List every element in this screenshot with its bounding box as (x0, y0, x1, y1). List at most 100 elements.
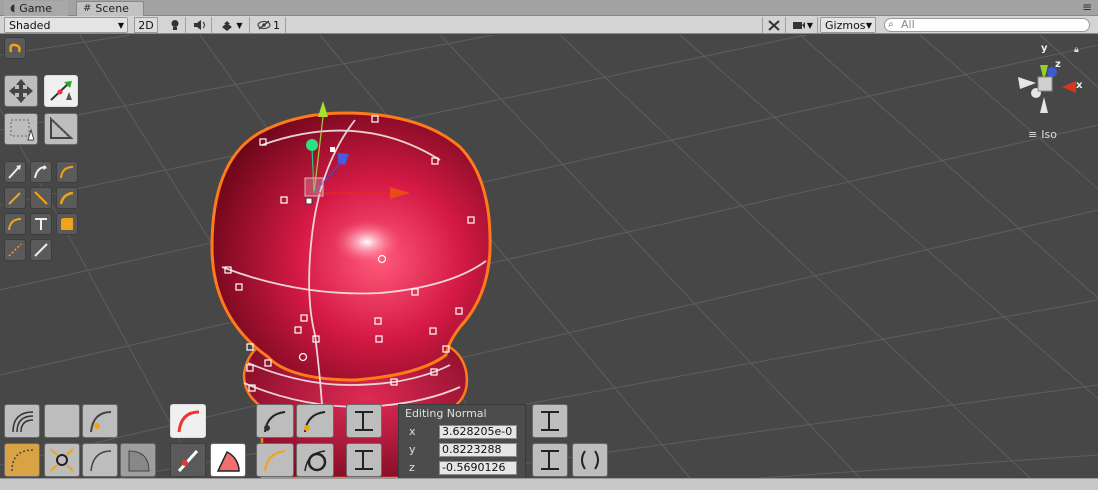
bracket-tool-button[interactable] (572, 443, 608, 477)
effects-icon (222, 21, 233, 31)
2d-toggle-button[interactable]: 2D (134, 17, 158, 33)
curve-tool-6-button[interactable] (56, 187, 78, 209)
status-bar (0, 478, 1098, 490)
pacman-icon: ◖ (10, 2, 16, 14)
tab-menu-icon[interactable]: ≡ (1082, 0, 1092, 14)
curve-tool-9-button[interactable] (56, 213, 78, 235)
curve-tool-1-button[interactable] (4, 161, 26, 183)
shading-mode-label: Shaded (9, 18, 51, 32)
gizmos-dropdown[interactable]: Gizmos ▼ (820, 17, 876, 33)
chevron-down-icon: ▼ (117, 20, 124, 30)
normal-y-label: y (409, 443, 416, 456)
curve-icon (8, 192, 21, 205)
gizmos-label: Gizmos (825, 18, 866, 32)
curve-icon (8, 243, 22, 257)
circle-tool-button[interactable] (296, 443, 334, 477)
tools-toggle-button[interactable] (762, 17, 786, 33)
effects-dropdown[interactable]: ▼ (214, 17, 250, 33)
camera-dropdown[interactable]: ▼ (788, 17, 818, 33)
split-tool-1-button[interactable] (346, 404, 382, 438)
curve-icon (34, 191, 48, 205)
blank-tool-button[interactable] (44, 404, 80, 438)
chevron-down-icon: ▼ (806, 20, 813, 30)
menu-lines-icon: ≡ (1028, 128, 1038, 141)
curve-active-tool-button[interactable] (170, 404, 206, 438)
arc-tool-1-button[interactable] (256, 404, 294, 438)
tab-bar: ◖ Game # Scene ≡ (0, 0, 1098, 16)
curve-icon (60, 166, 74, 179)
curve-tool-2-button[interactable] (30, 161, 52, 183)
curve-icon (34, 243, 48, 257)
align-icon (541, 411, 559, 431)
align-icon (541, 450, 559, 470)
tangent-tool-button[interactable] (44, 75, 78, 107)
editing-normal-panel: Editing Normal x 3.628205e-0 y 0.8223288… (398, 404, 526, 478)
curve-tool-b-button[interactable] (82, 443, 118, 477)
curve-tool-10-button[interactable] (4, 239, 26, 261)
circle-icon (304, 450, 327, 472)
orientation-gizmo[interactable] (1018, 65, 1076, 113)
pie-icon (216, 451, 240, 472)
scale-tool-button[interactable] (44, 113, 78, 145)
move-arrows-icon (9, 79, 33, 103)
arc-tool-3-button[interactable] (256, 443, 294, 477)
axis-x-label: x (1076, 80, 1083, 91)
curve-tool-8-button[interactable] (30, 213, 52, 235)
split-tool-2-button[interactable] (346, 443, 382, 477)
curve-icon (8, 218, 22, 231)
align-tool-1-button[interactable] (532, 404, 568, 438)
node-tool-button[interactable] (44, 443, 80, 477)
normal-z-field[interactable]: -0.5690126 (439, 461, 517, 475)
camera-icon (793, 22, 805, 29)
node-icon (50, 448, 74, 472)
curve-icon (8, 165, 21, 179)
fill-arc-tool-button[interactable] (4, 443, 40, 477)
split-icon (355, 411, 373, 431)
curve-point-icon (90, 411, 112, 433)
projection-label: Iso (1041, 128, 1057, 141)
curve-tool-4-button[interactable] (4, 187, 26, 209)
sector-tool-button[interactable] (120, 443, 156, 477)
split-icon (355, 450, 373, 470)
normal-z-label: z (409, 461, 415, 474)
lightbulb-icon (171, 20, 178, 30)
curve-tool-7-button[interactable] (4, 213, 26, 235)
scene-viewport[interactable]: y z x 🔒︎ ≡ Iso Editing Normal x 3.628205… (0, 35, 1098, 478)
audio-toggle-button[interactable] (188, 17, 212, 33)
lighting-toggle-button[interactable] (164, 17, 186, 33)
spline-logo-icon[interactable] (4, 37, 26, 59)
curve-tool-11-button[interactable] (30, 239, 52, 261)
arc-icon (264, 450, 286, 472)
align-tool-2-button[interactable] (532, 443, 568, 477)
move-tool-button[interactable] (4, 75, 38, 107)
brush-tool-button[interactable] (170, 443, 206, 477)
hidden-objects-toggle[interactable]: 1 (252, 17, 286, 33)
lock-icon[interactable]: 🔒︎ (1074, 45, 1079, 55)
wrench-icon (768, 20, 780, 31)
curve-icon (35, 218, 47, 230)
tab-scene[interactable]: # Scene (76, 1, 144, 16)
projection-toggle[interactable]: ≡ Iso (1028, 128, 1057, 141)
axis-z-label: z (1055, 59, 1061, 70)
rings-tool-button[interactable] (4, 404, 40, 438)
scene-search-input[interactable]: ⌕ All (884, 18, 1090, 32)
curve-tool-3-button[interactable] (56, 161, 78, 183)
normal-x-field[interactable]: 3.628205e-0 (439, 425, 517, 439)
shading-mode-dropdown[interactable]: Shaded ▼ (4, 17, 128, 33)
scale-triangle-icon (50, 116, 74, 139)
normal-y-field[interactable]: 0.8223288 (439, 443, 517, 457)
curve-point-tool-button[interactable] (82, 404, 118, 438)
tab-game-label: Game (19, 1, 53, 15)
sector-icon (128, 450, 150, 472)
chevron-down-icon: ▼ (865, 20, 872, 30)
tab-game[interactable]: ◖ Game (4, 1, 68, 16)
arc-tool-2-button[interactable] (296, 404, 334, 438)
pie-tool-button[interactable] (210, 443, 246, 477)
curve-tool-5-button[interactable] (30, 187, 52, 209)
search-placeholder: All (901, 18, 915, 31)
tangent-arrow-icon (50, 81, 72, 101)
rect-select-tool-button[interactable] (4, 113, 38, 145)
hidden-count: 1 (273, 18, 280, 32)
speaker-icon (193, 20, 205, 30)
arc-icon (264, 411, 286, 433)
